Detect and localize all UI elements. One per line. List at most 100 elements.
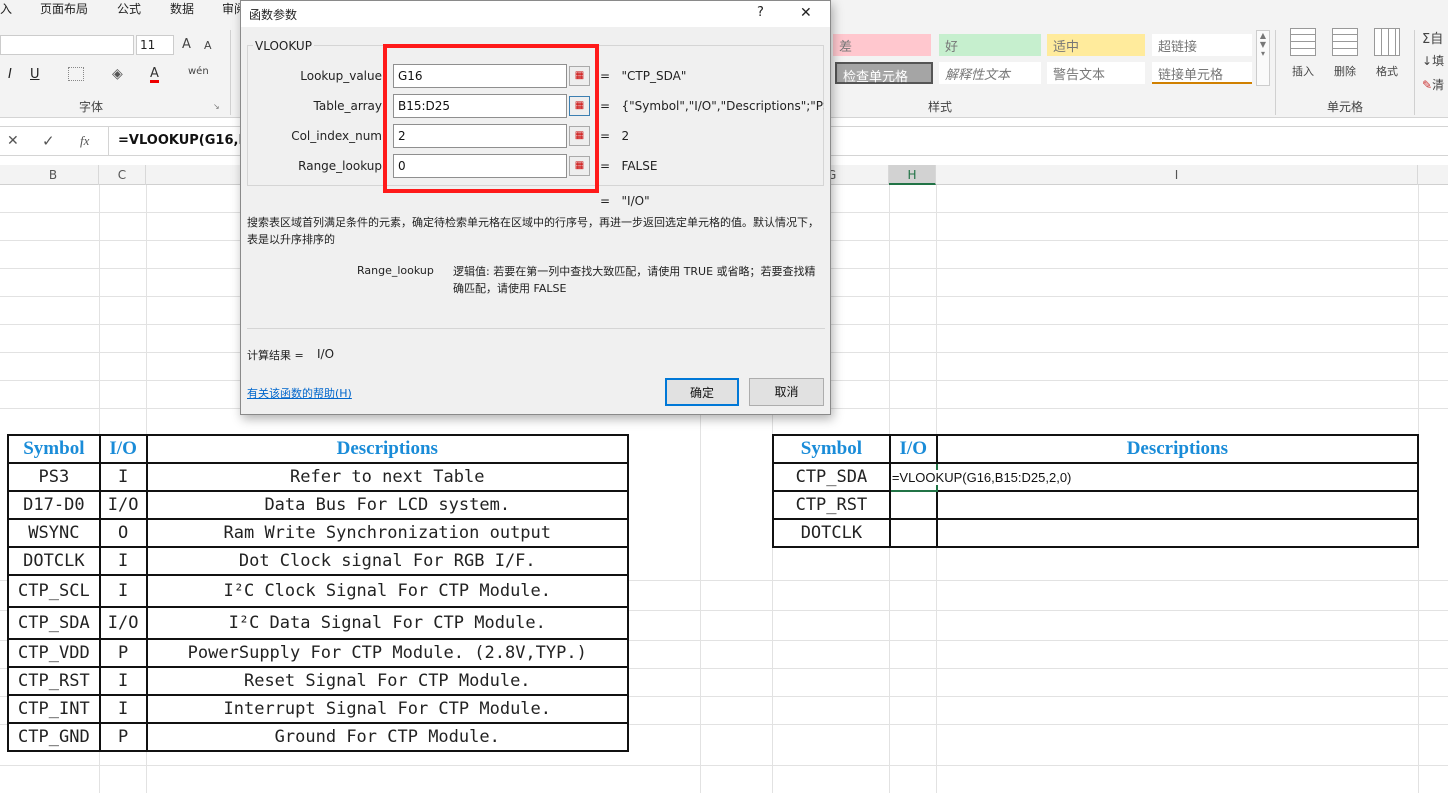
arg-label-table-array: Table_array bbox=[313, 99, 383, 113]
tab-page-layout[interactable]: 页面布局 bbox=[40, 0, 88, 17]
header-symbol[interactable]: Symbol bbox=[7, 434, 101, 464]
cell-symbol[interactable]: CTP_RST bbox=[772, 490, 891, 520]
tab-formulas[interactable]: 公式 bbox=[117, 0, 141, 17]
cell-description[interactable] bbox=[935, 518, 1420, 548]
style-warning[interactable]: 警告文本 bbox=[1047, 62, 1145, 84]
arg-result-range-lookup: = FALSE bbox=[600, 159, 658, 173]
cell-io[interactable]: I/O bbox=[98, 606, 148, 640]
cell-symbol[interactable]: CTP_SDA bbox=[7, 606, 101, 640]
cell-description[interactable]: Ground For CTP Module. bbox=[145, 722, 630, 752]
underline-icon[interactable]: U bbox=[30, 67, 40, 82]
column-header-i[interactable]: I bbox=[936, 165, 1418, 185]
ok-button[interactable]: 确定 bbox=[665, 378, 739, 406]
cancel-button[interactable]: 取消 bbox=[749, 378, 824, 406]
cell-description[interactable]: I²C Clock Signal For CTP Module. bbox=[145, 574, 630, 608]
cell-description[interactable]: Refer to next Table bbox=[145, 462, 630, 492]
shrink-font-icon[interactable]: A bbox=[204, 39, 212, 52]
format-cells-icon[interactable] bbox=[1374, 28, 1400, 56]
cell-formula-text: =VLOOKUP(G16,B15:D25,2,0) bbox=[891, 470, 1072, 485]
cell-io[interactable]: O bbox=[98, 518, 148, 548]
border-icon[interactable] bbox=[68, 67, 84, 81]
cell-symbol[interactable]: PS3 bbox=[7, 462, 101, 492]
italic-icon[interactable]: I bbox=[8, 67, 12, 82]
column-header-c[interactable]: C bbox=[99, 165, 146, 185]
active-cell-h16[interactable]: =VLOOKUP(G16,B15:D25,2,0) bbox=[888, 462, 1072, 492]
cell-io[interactable]: I bbox=[98, 546, 148, 576]
arg-result-col-index: = 2 bbox=[600, 129, 630, 143]
cell-symbol[interactable]: DOTCLK bbox=[7, 546, 101, 576]
cancel-formula-icon[interactable]: ✕ bbox=[7, 133, 19, 149]
cell-symbol[interactable]: CTP_RST bbox=[7, 666, 101, 696]
cell-symbol[interactable]: CTP_SDA bbox=[772, 462, 891, 492]
column-header-h[interactable]: H bbox=[889, 165, 936, 185]
cell-symbol[interactable]: CTP_INT bbox=[7, 694, 101, 724]
fill-color-icon[interactable]: ◈ bbox=[112, 66, 123, 82]
style-linked-cell[interactable]: 链接单元格 bbox=[1152, 62, 1252, 84]
font-size-dropdown[interactable]: 11 bbox=[136, 35, 174, 55]
cell-description[interactable]: Data Bus For LCD system. bbox=[145, 490, 630, 520]
cell-io[interactable]: P bbox=[98, 722, 148, 752]
autosum-icon[interactable]: Σ自 bbox=[1422, 28, 1443, 47]
cell-description[interactable] bbox=[935, 490, 1420, 520]
table-header-row: Symbol I/O Descriptions bbox=[7, 434, 630, 464]
font-name-dropdown[interactable] bbox=[0, 35, 134, 55]
function-arguments-dialog: 函数参数 ? ✕ VLOOKUP Lookup_value G16 ▦ = "C… bbox=[240, 0, 831, 415]
insert-function-icon[interactable]: fx bbox=[80, 133, 89, 149]
cell-description[interactable]: PowerSupply For CTP Module. (2.8V,TYP.) bbox=[145, 638, 630, 668]
cell-description[interactable]: Ram Write Synchronization output bbox=[145, 518, 630, 548]
header-descriptions[interactable]: Descriptions bbox=[935, 434, 1420, 464]
cell-symbol[interactable]: CTP_GND bbox=[7, 722, 101, 752]
header-io[interactable]: I/O bbox=[98, 434, 148, 464]
cell-description[interactable]: Reset Signal For CTP Module. bbox=[145, 666, 630, 696]
highlight-box bbox=[383, 44, 599, 193]
insert-button[interactable]: 插入 bbox=[1292, 63, 1314, 79]
cell-io[interactable]: I bbox=[98, 666, 148, 696]
grow-font-icon[interactable]: A bbox=[182, 37, 191, 52]
cell-symbol[interactable]: CTP_VDD bbox=[7, 638, 101, 668]
tab-data[interactable]: 数据 bbox=[170, 0, 194, 17]
style-neutral[interactable]: 适中 bbox=[1047, 34, 1145, 56]
delete-cells-icon[interactable] bbox=[1332, 28, 1358, 56]
right-lookup-table: Symbol I/O Descriptions CTP_SDA =VLOOKUP… bbox=[772, 434, 1420, 548]
cell-io[interactable]: I bbox=[98, 574, 148, 608]
font-color-icon[interactable]: A bbox=[150, 67, 159, 83]
formula-input[interactable]: =VLOOKUP(G16,B bbox=[118, 133, 248, 148]
cell-description[interactable]: I²C Data Signal For CTP Module. bbox=[145, 606, 630, 640]
cell-symbol[interactable]: CTP_SCL bbox=[7, 574, 101, 608]
help-link[interactable]: 有关该函数的帮助(H) bbox=[247, 385, 352, 401]
help-icon[interactable]: ? bbox=[757, 5, 764, 20]
cell-io[interactable]: P bbox=[98, 638, 148, 668]
cell-io[interactable]: I bbox=[98, 462, 148, 492]
insert-cells-icon[interactable] bbox=[1290, 28, 1316, 56]
dialog-launcher-icon[interactable]: ↘ bbox=[213, 102, 220, 111]
cell-io[interactable] bbox=[888, 490, 938, 520]
format-button[interactable]: 格式 bbox=[1376, 63, 1398, 79]
enter-formula-icon[interactable]: ✓ bbox=[42, 132, 55, 150]
style-good[interactable]: 好 bbox=[939, 34, 1041, 56]
style-bad[interactable]: 差 bbox=[833, 34, 931, 56]
cell-symbol[interactable]: WSYNC bbox=[7, 518, 101, 548]
tab-insert[interactable]: 入 bbox=[0, 0, 12, 17]
header-io[interactable]: I/O bbox=[888, 434, 938, 464]
cell-description[interactable]: Interrupt Signal For CTP Module. bbox=[145, 694, 630, 724]
header-symbol[interactable]: Symbol bbox=[772, 434, 891, 464]
close-icon[interactable]: ✕ bbox=[800, 5, 812, 21]
phonetic-icon[interactable]: wén bbox=[188, 66, 209, 77]
table-row: CTP_RST I Reset Signal For CTP Module. bbox=[7, 666, 630, 696]
left-pin-table: Symbol I/O Descriptions PS3 I Refer to nex… bbox=[7, 434, 630, 752]
header-descriptions[interactable]: Descriptions bbox=[145, 434, 630, 464]
style-hyperlink[interactable]: 超链接 bbox=[1152, 34, 1252, 56]
style-explanatory[interactable]: 解释性文本 bbox=[939, 62, 1041, 84]
styles-scroll[interactable]: ▲ ▼ ▾ bbox=[1256, 30, 1270, 86]
style-check-cell[interactable]: 检查单元格 bbox=[835, 62, 933, 85]
cell-symbol[interactable]: DOTCLK bbox=[772, 518, 891, 548]
column-header-b[interactable]: B bbox=[8, 165, 99, 185]
fill-icon[interactable]: ↓填 bbox=[1422, 52, 1444, 69]
cell-io[interactable]: I bbox=[98, 694, 148, 724]
clear-icon[interactable]: ✎清 bbox=[1422, 76, 1444, 93]
delete-button[interactable]: 删除 bbox=[1334, 63, 1356, 79]
cell-io[interactable] bbox=[888, 518, 938, 548]
cell-symbol[interactable]: D17-D0 bbox=[7, 490, 101, 520]
cell-io[interactable]: I/O bbox=[98, 490, 148, 520]
cell-description[interactable]: Dot Clock signal For RGB I/F. bbox=[145, 546, 630, 576]
